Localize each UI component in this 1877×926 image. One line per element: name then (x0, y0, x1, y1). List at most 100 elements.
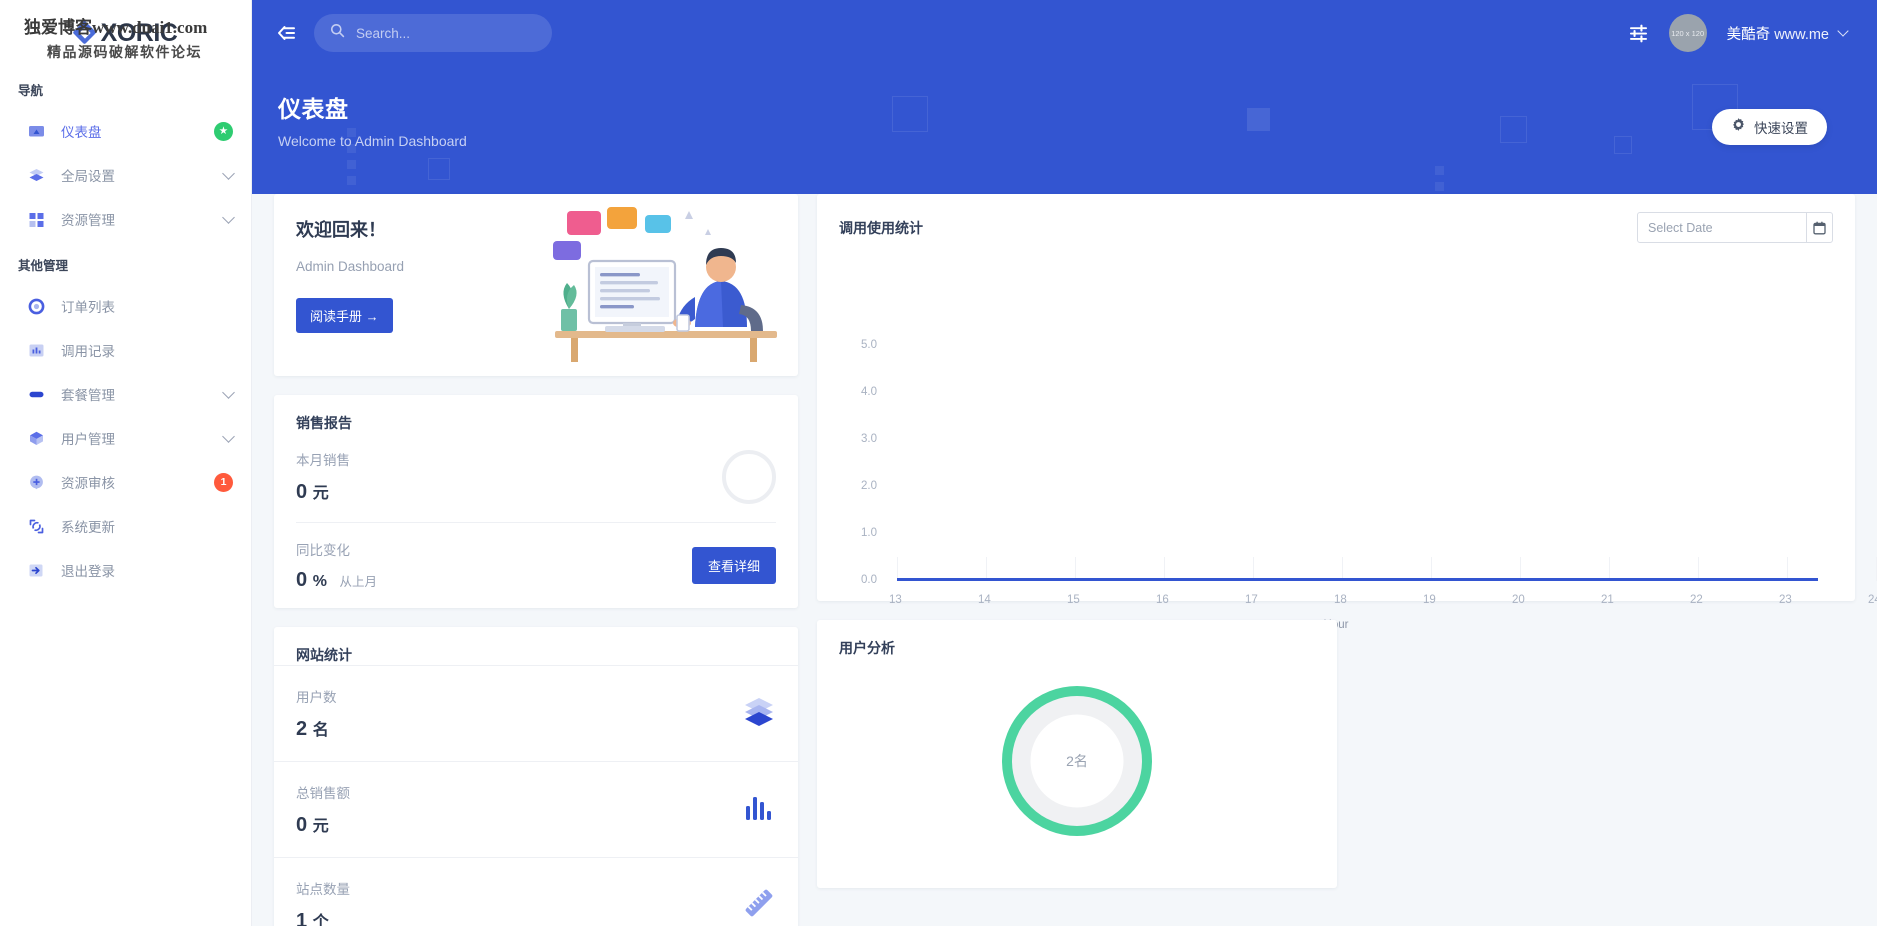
site-stat-row-users: 用户数 2 名 (274, 665, 798, 761)
user-analysis-card: 用户分析 2名 (817, 620, 1337, 888)
sales-change-suffix: 从上月 (339, 575, 377, 589)
sales-change-unit: % (312, 573, 327, 590)
site-stat-value-sites-wrap: 1 个 (296, 908, 350, 926)
welcome-heading: 欢迎回来！ (296, 220, 386, 240)
welcome-subheading: Admin Dashboard (296, 259, 405, 274)
quick-settings-label: 快速设置 (1754, 121, 1808, 136)
x-tick-7: 20 (1512, 594, 1525, 606)
page-hero-banner: 仪表盘 Welcome to Admin Dashboard 快速设置 (252, 66, 1877, 194)
user-analysis-donut-chart: 2名 (998, 682, 1156, 840)
calendar-icon[interactable] (1805, 213, 1832, 242)
sidebar-item-resource-review[interactable]: 资源审核 1 (0, 460, 251, 504)
site-stat-value-users-wrap: 2 名 (296, 716, 337, 741)
y-tick-3: 3.0 (861, 433, 877, 445)
sidebar-label-system-update: 系统更新 (61, 520, 115, 535)
sidebar-label-resource-review: 资源审核 (61, 476, 115, 491)
user-menu[interactable]: 美酷奇 www.me (1727, 23, 1829, 44)
grid-icon (28, 211, 45, 228)
box-icon (28, 430, 45, 447)
username-label: 美酷奇 (1726, 26, 1771, 43)
layers-icon-users (742, 694, 776, 733)
sidebar: XORIC 独爱博客www.duai1.com 精品源码破解软件论坛 导航 仪表… (0, 0, 252, 926)
x-tick-11: 24 (1868, 594, 1877, 606)
sidebar-label-call-records: 调用记录 (61, 344, 115, 359)
sales-month-row: 本月销售 0 元 (274, 433, 798, 504)
sidebar-item-call-records[interactable]: 调用记录 (0, 328, 251, 372)
usage-line-chart: 5.0 4.0 3.0 2.0 1.0 0.0 13 14 15 16 17 1… (817, 257, 1877, 631)
watermark-line-2: 精品源码破解软件论坛 (47, 46, 202, 61)
view-detail-button[interactable]: 查看详细 (691, 547, 776, 584)
sales-change-row: 同比变化 0 % 从上月 查看详细 (274, 523, 798, 592)
search-input[interactable] (356, 25, 536, 41)
x-tick-9: 22 (1690, 594, 1703, 606)
collapse-left-icon[interactable] (272, 18, 302, 48)
x-tick-4: 17 (1245, 594, 1258, 606)
sidebar-item-resource-management[interactable]: 资源管理 (0, 197, 251, 241)
search-box[interactable] (314, 14, 552, 52)
sales-month-value: 0 (296, 481, 308, 503)
date-input[interactable] (1638, 220, 1806, 235)
site-stat-row-sales: 总销售额 0 元 (274, 761, 798, 857)
sidebar-item-package-management[interactable]: 套餐管理 (0, 372, 251, 416)
dashboard-content: 欢迎回来！ Admin Dashboard 阅读手册 → 销售报告 本月销售 0… (252, 194, 1877, 926)
x-tick-1: 14 (978, 594, 991, 606)
hero-decoration (252, 66, 1877, 194)
user-analysis-title: 用户分析 (839, 640, 895, 656)
sales-change-value: 0 (296, 569, 308, 591)
username-suffix: www.me (1774, 26, 1829, 43)
nav-section-heading-nav: 导航 (18, 84, 44, 98)
sidebar-label-user-management: 用户管理 (61, 432, 115, 447)
site-statistics-card: 网站统计 用户数 2 名 总销售额 0 元 站点数量 1 个 (274, 627, 798, 926)
usage-statistics-card: 调用使用统计 Select Date 5.0 4.0 3.0 2.0 1.0 0… (817, 194, 1877, 631)
site-stat-row-sites: 站点数量 1 个 (274, 857, 798, 926)
site-stat-value-sales: 0 (296, 814, 308, 836)
sidebar-label-order-list: 订单列表 (61, 300, 115, 315)
site-stat-label-sales: 总销售额 (296, 786, 350, 801)
main-area: 120 x 120 美酷奇 www.me (252, 0, 1877, 926)
read-manual-button[interactable]: 阅读手册 → (296, 298, 393, 333)
sidebar-label-resource-management: 资源管理 (61, 213, 115, 228)
sidebar-item-logout[interactable]: 退出登录 (0, 548, 251, 592)
avatar[interactable]: 120 x 120 (1668, 14, 1707, 52)
usage-chart-header: 调用使用统计 (817, 194, 1855, 243)
x-tick-8: 21 (1601, 594, 1614, 606)
date-picker[interactable] (1637, 212, 1833, 243)
top-navigation-bar: 120 x 120 美酷奇 www.me (252, 0, 1877, 66)
sidebar-item-dashboard[interactable]: 仪表盘 ★ (0, 109, 251, 153)
chevron-down-icon-package-management (222, 385, 235, 399)
sales-progress-ring (722, 449, 776, 504)
avatar-placeholder-text: 120 x 120 (1671, 28, 1705, 38)
left-column: 欢迎回来！ Admin Dashboard 阅读手册 → 销售报告 本月销售 0… (274, 194, 798, 926)
circle-icon (28, 298, 45, 315)
y-tick-2: 2.0 (861, 480, 877, 492)
x-tick-5: 18 (1334, 594, 1347, 606)
sidebar-badge-resource-review: 1 (214, 472, 233, 492)
site-stat-unit-sales: 元 (312, 818, 329, 835)
logo-area[interactable]: XORIC 独爱博客www.duai1.com 精品源码破解软件论坛 (0, 0, 251, 66)
sidebar-label-package-management: 套餐管理 (61, 388, 115, 403)
sidebar-item-global-settings[interactable]: 全局设置 (0, 153, 251, 197)
logout-icon (28, 562, 45, 579)
usage-chart-title: 调用使用统计 (839, 219, 923, 236)
search-icon (330, 23, 345, 43)
site-stat-unit-users: 名 (312, 722, 329, 739)
site-stat-value-sales-wrap: 0 元 (296, 812, 350, 837)
site-stat-label-sites: 站点数量 (296, 882, 350, 897)
sidebar-item-user-management[interactable]: 用户管理 (0, 416, 251, 460)
x-tick-0: 13 (889, 594, 902, 606)
chevron-down-icon-user-menu[interactable] (1837, 25, 1849, 37)
sidebar-label-dashboard: 仪表盘 (61, 125, 102, 140)
sidebar-item-system-update[interactable]: 系统更新 (0, 504, 251, 548)
quick-settings-button[interactable]: 快速设置 (1712, 109, 1827, 145)
sliders-icon[interactable] (1628, 23, 1649, 44)
site-stat-label-users: 用户数 (296, 690, 337, 705)
x-tick-2: 15 (1067, 594, 1080, 606)
site-statistics-title: 网站统计 (296, 647, 352, 663)
sidebar-item-order-list[interactable]: 订单列表 (0, 284, 251, 328)
chevron-down-icon-user-management (222, 429, 235, 443)
sales-report-card: 销售报告 本月销售 0 元 同比变化 0 % 从上月 查看详细 (274, 395, 798, 608)
welcome-card: 欢迎回来！ Admin Dashboard 阅读手册 → (274, 194, 798, 376)
watermark-line-1: 独爱博客www.duai1.com (24, 18, 208, 37)
site-stat-unit-sites: 个 (312, 914, 329, 926)
chevron-down-icon-resource-management (222, 210, 235, 224)
